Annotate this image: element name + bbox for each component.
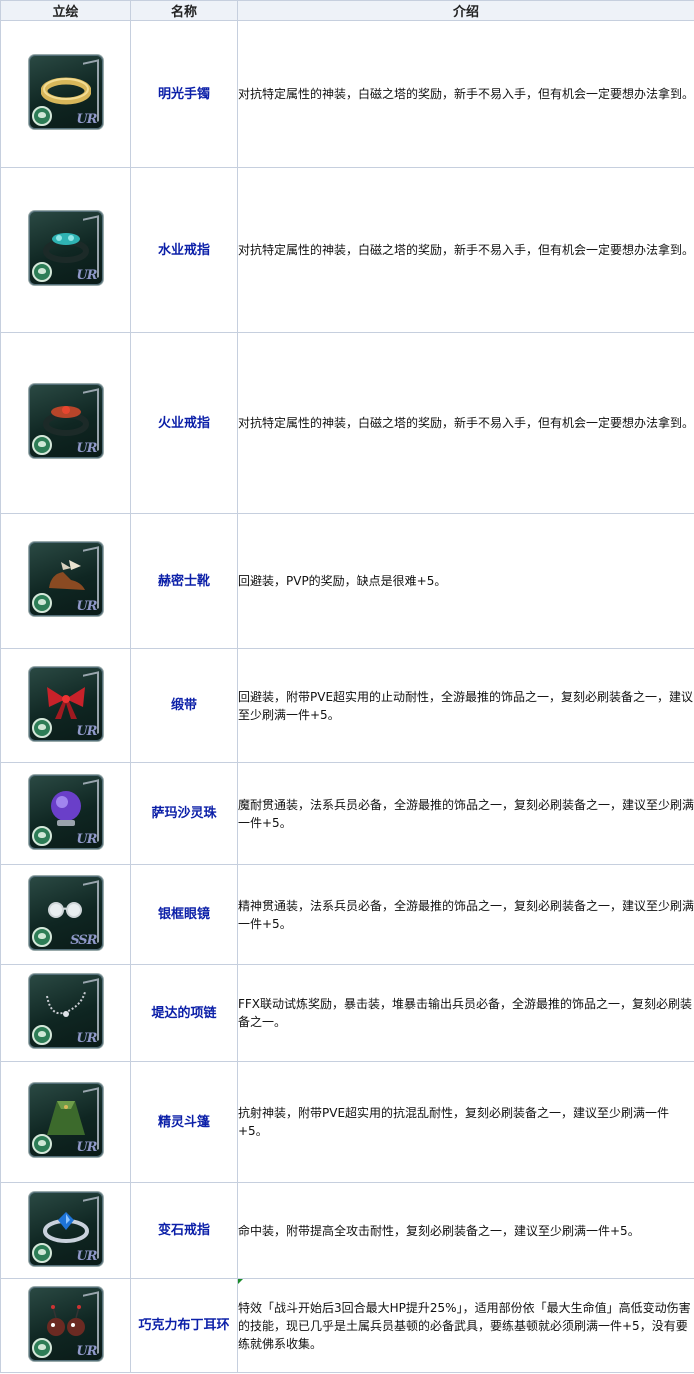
table-row: UR 变石戒指 命中装，附带提高全攻击耐性，复刻必刷装备之一，建议至少刷满一件+… [0, 1182, 694, 1279]
item-description-text: 特效「战斗开始后3回合最大HP提升25%」，适用部份依「最大生命值」高低变动伤害… [238, 1300, 691, 1351]
item-description: 回避装，附带PVE超实用的止动耐性，全游最推的饰品之一，复刻必刷装备之一，建议至… [237, 648, 694, 763]
winged-boots-icon: UR [28, 542, 103, 616]
blue-stone-ring-icon: UR [28, 1191, 103, 1266]
table-row: UR 精灵斗篷 抗射神装，附带PVE超实用的抗混乱耐性，复刻必刷装备之一，建议至… [0, 1061, 694, 1183]
rarity-label: UR [76, 112, 97, 127]
green-cloak-icon: UR [28, 1083, 103, 1157]
table-row: UR 萨玛沙灵珠 魔耐贯通装，法系兵员必备，全游最推的饰品之一，复刻必刷装备之一… [0, 762, 694, 865]
item-description: 命中装，附带提高全攻击耐性，复刻必刷装备之一，建议至少刷满一件+5。 [237, 1182, 694, 1279]
rarity-label: UR [76, 268, 97, 283]
portrait-cell: UR [0, 1182, 131, 1279]
rarity-label: UR [76, 1248, 97, 1264]
item-description: 精神贯通装，法系兵员必备，全游最推的饰品之一，复刻必刷装备之一，建议至少刷满一件… [237, 864, 694, 965]
item-name: 萨玛沙灵珠 [130, 762, 238, 865]
gold-bracelet-icon: UR [28, 55, 103, 129]
blue-gem-ring-icon: UR [28, 211, 103, 285]
item-name: 堤达的项链 [130, 964, 238, 1062]
red-gem-ring-icon: UR [28, 384, 103, 458]
item-description: 魔耐贯通装，法系兵员必备，全游最推的饰品之一，复刻必刷装备之一，建议至少刷满一件… [237, 762, 694, 865]
item-name: 银框眼镜 [130, 864, 238, 965]
comment-marker [238, 1279, 243, 1284]
rarity-label: SSR [70, 932, 97, 948]
item-name: 巧克力布丁耳环 [130, 1278, 238, 1373]
portrait-cell: UR [0, 648, 131, 763]
header-portrait: 立绘 [0, 0, 131, 21]
necklace-icon: UR [28, 974, 103, 1048]
item-description: 对抗特定属性的神装，白磁之塔的奖励，新手不易入手，但有机会一定要想办法拿到。 [237, 167, 694, 333]
header-description: 介绍 [237, 0, 694, 21]
item-name: 水业戒指 [130, 167, 238, 333]
chocolate-pudding-earring-icon: UR [28, 1286, 103, 1361]
rarity-label: UR [76, 723, 97, 739]
equipment-table: 立绘 名称 介绍 UR 明光手镯 对抗特定属性的神装，白磁之塔的奖励，新手不易入… [0, 0, 694, 1373]
glasses-icon: SSR [28, 875, 103, 950]
item-name: 缎带 [130, 648, 238, 763]
portrait-cell: UR [0, 332, 131, 514]
rarity-label: UR [76, 1140, 97, 1155]
item-name: 火业戒指 [130, 332, 238, 514]
item-description: 对抗特定属性的神装，白磁之塔的奖励，新手不易入手，但有机会一定要想办法拿到。 [237, 20, 694, 168]
rarity-label: UR [76, 441, 97, 456]
portrait-cell: UR [0, 964, 131, 1062]
item-name: 明光手镯 [130, 20, 238, 168]
table-row: SSR 银框眼镜 精神贯通装，法系兵员必备，全游最推的饰品之一，复刻必刷装备之一… [0, 864, 694, 965]
rarity-label: UR [76, 599, 97, 614]
item-description: 回避装，PVP的奖励，缺点是很难+5。 [237, 513, 694, 649]
item-description: 特效「战斗开始后3回合最大HP提升25%」，适用部份依「最大生命值」高低变动伤害… [237, 1278, 694, 1373]
table-row: UR 火业戒指 对抗特定属性的神装，白磁之塔的奖励，新手不易入手，但有机会一定要… [0, 332, 694, 514]
rarity-label: UR [76, 831, 97, 847]
rarity-label: UR [76, 1031, 97, 1046]
header-name: 名称 [130, 0, 238, 21]
item-name: 赫密士靴 [130, 513, 238, 649]
portrait-cell: UR [0, 20, 131, 168]
table-row: UR 堤达的项链 FFX联动试炼奖励，暴击装，堆暴击输出兵员必备，全游最推的饰品… [0, 964, 694, 1062]
portrait-cell: UR [0, 167, 131, 333]
table-row: UR 水业戒指 对抗特定属性的神装，白磁之塔的奖励，新手不易入手，但有机会一定要… [0, 167, 694, 333]
table-row: UR 明光手镯 对抗特定属性的神装，白磁之塔的奖励，新手不易入手，但有机会一定要… [0, 20, 694, 168]
table-row: UR 赫密士靴 回避装，PVP的奖励，缺点是很难+5。 [0, 513, 694, 649]
portrait-cell: UR [0, 1278, 131, 1373]
item-description: 抗射神装，附带PVE超实用的抗混乱耐性，复刻必刷装备之一，建议至少刷满一件+5。 [237, 1061, 694, 1183]
item-description: FFX联动试炼奖励，暴击装，堆暴击输出兵员必备，全游最推的饰品之一，复刻必刷装备… [237, 964, 694, 1062]
crystal-orb-icon: UR [28, 774, 103, 849]
item-name: 变石戒指 [130, 1182, 238, 1279]
item-description: 对抗特定属性的神装，白磁之塔的奖励，新手不易入手，但有机会一定要想办法拿到。 [237, 332, 694, 514]
portrait-cell: UR [0, 762, 131, 865]
rarity-label: UR [76, 1343, 97, 1359]
portrait-cell: SSR [0, 864, 131, 965]
table-row: UR 巧克力布丁耳环 特效「战斗开始后3回合最大HP提升25%」，适用部份依「最… [0, 1278, 694, 1373]
table-header-row: 立绘 名称 介绍 [0, 0, 694, 21]
table-row: UR 缎带 回避装，附带PVE超实用的止动耐性，全游最推的饰品之一，复刻必刷装备… [0, 648, 694, 763]
portrait-cell: UR [0, 1061, 131, 1183]
portrait-cell: UR [0, 513, 131, 649]
item-name: 精灵斗篷 [130, 1061, 238, 1183]
red-ribbon-icon: UR [28, 666, 103, 741]
